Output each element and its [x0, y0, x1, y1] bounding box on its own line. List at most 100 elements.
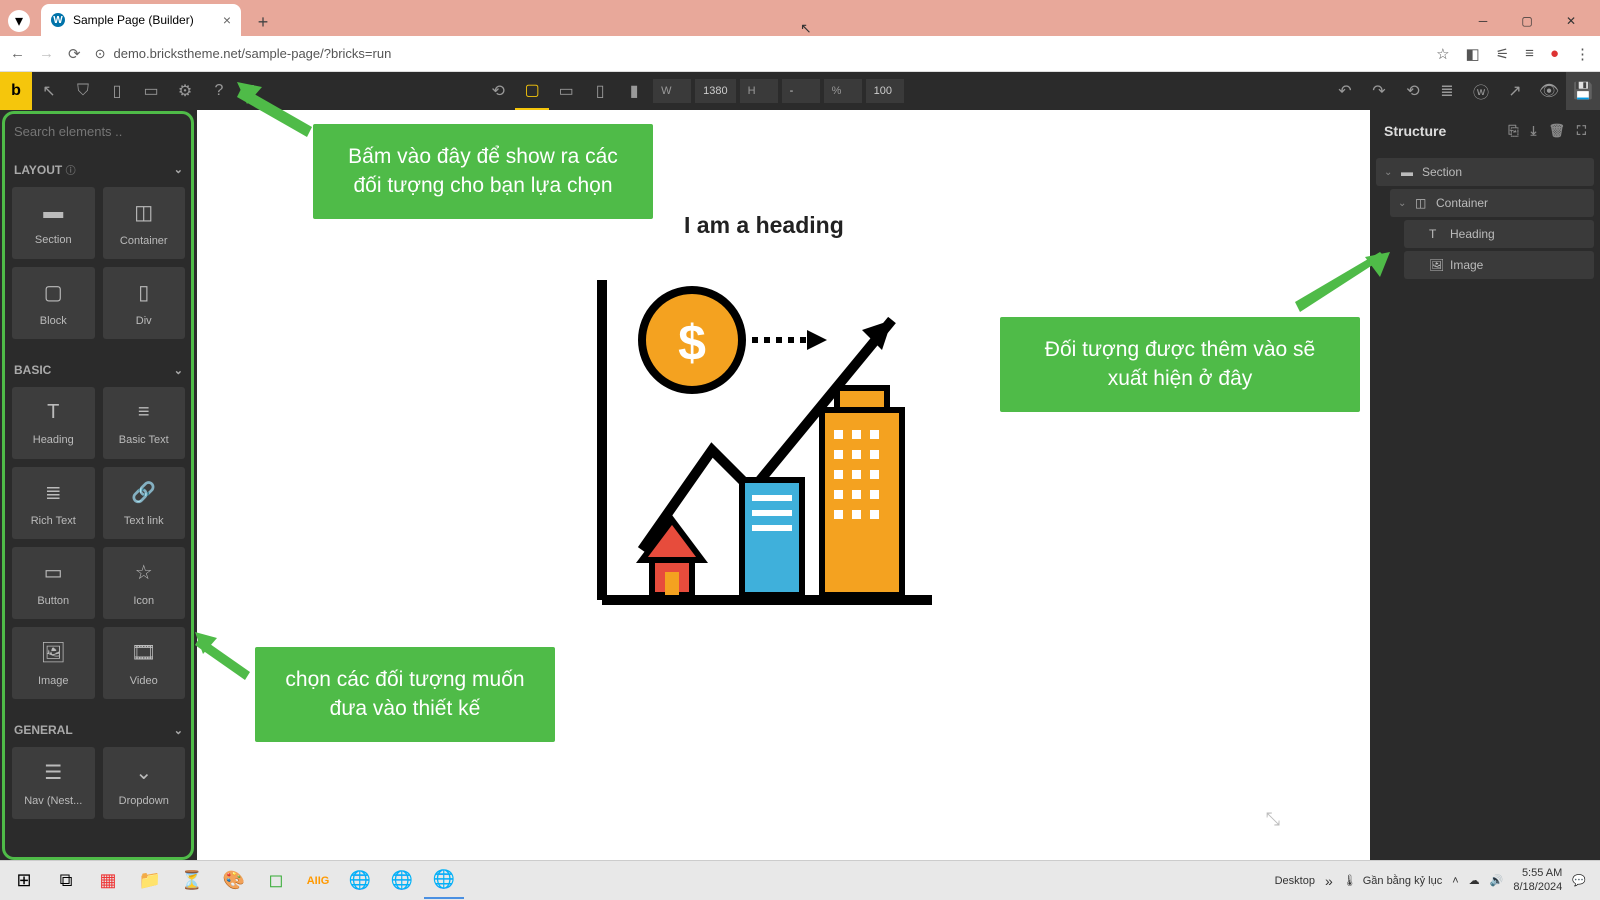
element-basic-text[interactable]: ≡Basic Text — [103, 387, 186, 459]
folder-icon[interactable]: ▭ — [134, 72, 168, 110]
app-icon-5[interactable]: AIIG — [298, 863, 338, 899]
task-view-icon[interactable]: ⧉ — [46, 863, 86, 899]
expand-icon[interactable]: ⛶ — [1577, 123, 1586, 139]
tray-chevron-icon[interactable]: » — [1325, 873, 1333, 889]
percent-value[interactable]: 100 — [866, 79, 904, 103]
notifications-icon[interactable]: 💬 — [1572, 874, 1586, 887]
url-text[interactable]: demo.brickstheme.net/sample-page/?bricks… — [113, 46, 391, 61]
element-rich-text[interactable]: ≣Rich Text — [12, 467, 95, 539]
external-link-icon[interactable]: ↗ — [1498, 72, 1532, 110]
copy-icon[interactable]: ⎘ — [1508, 123, 1518, 139]
element-div[interactable]: ▯Div — [103, 267, 186, 339]
cloud-icon[interactable]: ☁ — [1469, 874, 1480, 887]
site-info-icon[interactable]: ⊙ — [95, 46, 106, 62]
forward-button[interactable]: → — [39, 45, 54, 62]
sync-icon[interactable]: ⟲ — [481, 72, 515, 110]
chrome-icon-2[interactable]: 🌐 — [382, 863, 422, 899]
chevron-down-icon: ⌄ — [174, 364, 183, 377]
callout-top: Bấm vào đây để show ra các đối tượng cho… — [313, 124, 653, 219]
tree-container[interactable]: ⌄◫Container — [1390, 189, 1594, 217]
element-video[interactable]: 🎞Video — [103, 627, 186, 699]
trash-icon[interactable]: 🗑 — [1548, 123, 1565, 139]
wordpress-icon[interactable]: ⓦ — [1464, 72, 1498, 110]
cursor-tool-icon[interactable]: ↖ — [32, 72, 66, 110]
category-basic[interactable]: BASIC ⌄ — [12, 353, 185, 387]
app-icon-2[interactable]: ⏳ — [172, 863, 212, 899]
clock[interactable]: 5:55 AM 8/18/2024 — [1513, 867, 1562, 893]
search-input[interactable] — [14, 124, 190, 139]
close-button[interactable]: ✕ — [1550, 6, 1592, 36]
resize-handle-icon[interactable]: ⤡ — [1266, 809, 1280, 830]
tree-section[interactable]: ⌄▬Section — [1376, 158, 1594, 186]
category-general[interactable]: GENERAL ⌄ — [12, 713, 185, 747]
width-value[interactable]: 1380 — [695, 79, 735, 103]
new-tab-button[interactable]: + — [249, 8, 277, 36]
chrome-menu-icon[interactable]: ⋮ — [1575, 45, 1590, 63]
element-heading[interactable]: THeading — [12, 387, 95, 459]
section-icon: ▬ — [1401, 165, 1415, 179]
address-bar: ← → ⟳ ⊙ demo.brickstheme.net/sample-page… — [0, 36, 1600, 72]
element-section[interactable]: ▬Section — [12, 187, 95, 259]
maximize-button[interactable]: ▢ — [1506, 6, 1548, 36]
tree-heading[interactable]: THeading — [1404, 220, 1594, 248]
weather-widget[interactable]: 🌡Gần bằng kỷ lục — [1343, 874, 1442, 887]
file-explorer-icon[interactable]: 📁 — [130, 863, 170, 899]
bookmark-icon[interactable]: ☆ — [1436, 45, 1449, 63]
element-container[interactable]: ◫Container — [103, 187, 186, 259]
app-icon-3[interactable]: 🎨 — [214, 863, 254, 899]
container-icon: ◫ — [1415, 196, 1429, 210]
volume-icon[interactable]: 🔊 — [1490, 874, 1504, 887]
element-block[interactable]: ▢Block — [12, 267, 95, 339]
canvas-heading[interactable]: I am a heading — [684, 212, 844, 239]
app-icon-4[interactable]: ◻ — [256, 863, 296, 899]
element-icon[interactable]: ☆Icon — [103, 547, 186, 619]
mobile-view-icon[interactable]: ▮ — [617, 72, 651, 110]
tablet-landscape-icon[interactable]: ▭ — [549, 72, 583, 110]
height-value[interactable]: - — [782, 79, 820, 103]
tree-image[interactable]: 🖼Image — [1404, 251, 1594, 279]
tablet-portrait-icon[interactable]: ▯ — [583, 72, 617, 110]
search-row: 🔍 — [0, 110, 197, 152]
tray-chevron-up-icon[interactable]: ˄ — [1452, 875, 1458, 887]
image-icon: 🖼 — [41, 640, 66, 665]
chrome-icon[interactable]: 🌐 — [340, 863, 380, 899]
heading-icon: T — [1429, 227, 1443, 241]
callout-bottom: chọn các đối tượng muốn đưa vào thiết kế — [255, 647, 555, 742]
minimize-button[interactable]: ─ — [1462, 6, 1504, 36]
app-icon-1[interactable]: ▦ — [88, 863, 128, 899]
save-button[interactable]: 💾 — [1566, 72, 1600, 110]
extension-icon-3[interactable]: ● — [1550, 45, 1559, 62]
preview-icon[interactable]: 👁 — [1532, 72, 1566, 110]
bricks-logo[interactable]: b — [0, 72, 32, 110]
category-layout[interactable]: LAYOUT ⓘ ⌄ — [12, 152, 185, 187]
extension-icon-1[interactable]: ◧ — [1466, 45, 1480, 63]
desktop-label[interactable]: Desktop — [1275, 875, 1315, 887]
layers-icon[interactable]: ≣ — [1430, 72, 1464, 110]
reload-button[interactable]: ⟳ — [68, 45, 81, 63]
undo-icon[interactable]: ↶ — [1328, 72, 1362, 110]
desktop-view-icon[interactable]: ▢ — [515, 72, 549, 110]
element-image[interactable]: 🖼Image — [12, 627, 95, 699]
page-icon[interactable]: ▯ — [100, 72, 134, 110]
close-tab-icon[interactable]: × — [223, 12, 231, 28]
redo-icon[interactable]: ↷ — [1362, 72, 1396, 110]
start-button[interactable]: ⊞ — [4, 863, 44, 899]
extension-icon-2[interactable]: ≡ — [1525, 45, 1534, 62]
browser-tab[interactable]: W Sample Page (Builder) × — [41, 4, 241, 36]
help-icon[interactable]: ? — [202, 72, 236, 110]
element-button[interactable]: ▭Button — [12, 547, 95, 619]
canvas[interactable]: I am a heading $ — [197, 110, 1370, 860]
profile-chip[interactable]: ▾ — [8, 10, 30, 32]
element-text-link[interactable]: 🔗Text link — [103, 467, 186, 539]
extensions-icon[interactable]: ⚟ — [1496, 45, 1509, 63]
chrome-icon-3[interactable]: 🌐 — [424, 863, 464, 899]
shield-icon[interactable]: ⛉ — [66, 72, 100, 110]
element-dropdown[interactable]: ⌄Dropdown — [103, 747, 186, 819]
element-nav[interactable]: ☰Nav (Nest... — [12, 747, 95, 819]
gear-icon[interactable]: ⚙ — [168, 72, 202, 110]
canvas-image[interactable]: $ — [582, 260, 942, 620]
image-icon: 🖼 — [1429, 258, 1443, 272]
history-icon[interactable]: ⟲ — [1396, 72, 1430, 110]
back-button[interactable]: ← — [10, 45, 25, 62]
download-icon[interactable]: ⤓ — [1531, 123, 1537, 139]
